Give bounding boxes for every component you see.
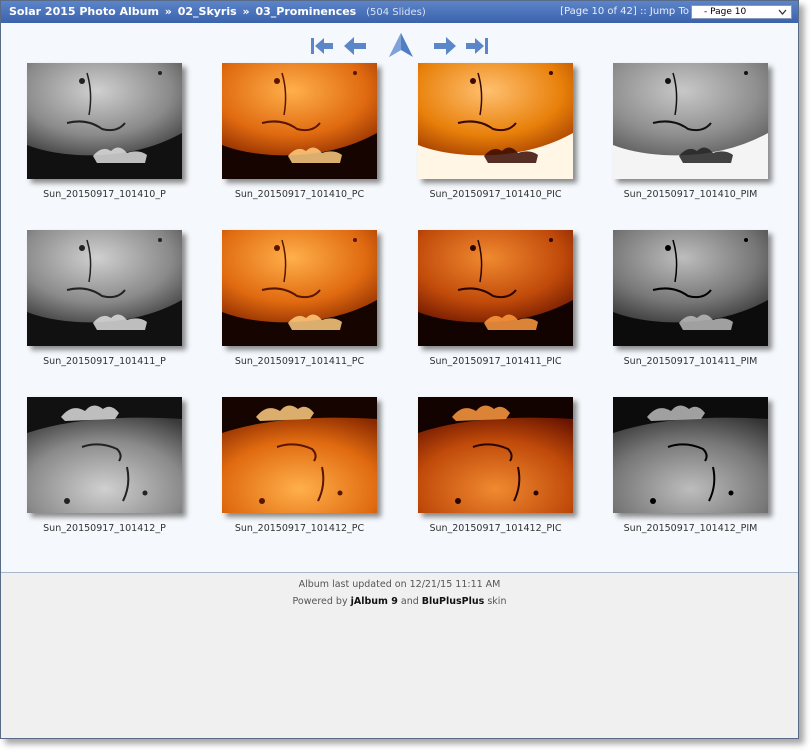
page-navigation xyxy=(1,31,798,61)
thumbnail-caption: Sun_20150917_101412_P xyxy=(43,523,166,534)
breadcrumb-separator: » xyxy=(164,5,172,18)
and-label: and xyxy=(400,596,419,607)
next-page-icon[interactable] xyxy=(432,34,458,58)
thumbnail-image[interactable] xyxy=(418,230,573,346)
thumbnail-image[interactable] xyxy=(222,397,377,513)
skin-label: skin xyxy=(487,596,507,607)
thumbnail-image[interactable] xyxy=(613,63,768,179)
thumbnail-caption: Sun_20150917_101412_PIM xyxy=(623,523,758,534)
thumbnail-image[interactable] xyxy=(613,230,768,346)
breadcrumb-album-link[interactable]: Solar 2015 Photo Album xyxy=(9,5,159,18)
skin-link[interactable]: BluPlusPlus xyxy=(422,596,485,607)
previous-page-icon[interactable] xyxy=(342,34,368,58)
page-info: [Page 10 of 42] :: Jump To xyxy=(560,6,689,17)
thumbnail-image[interactable] xyxy=(27,63,182,179)
thumbnail-caption: Sun_20150917_101411_PIM xyxy=(623,356,758,367)
thumbnail-caption: Sun_20150917_101410_PIC xyxy=(429,189,562,200)
jump-to-select[interactable]: - Page 10 xyxy=(691,5,792,19)
thumbnail-image[interactable] xyxy=(27,230,182,346)
breadcrumb-separator: » xyxy=(242,5,250,18)
thumbnail-caption: Sun_20150917_101411_P xyxy=(43,356,166,367)
breadcrumb-current: 03_Prominences xyxy=(255,5,357,18)
thumbnail-caption: Sun_20150917_101410_PIM xyxy=(623,189,758,200)
last-page-icon[interactable] xyxy=(464,34,490,58)
thumbnail-caption: Sun_20150917_101410_P xyxy=(43,189,166,200)
thumbnail-image[interactable] xyxy=(418,397,573,513)
footer: Album last updated on 12/21/15 11:11 AM … xyxy=(1,576,798,610)
header-bar: Solar 2015 Photo Album » 02_Skyris » 03_… xyxy=(1,1,798,23)
breadcrumb-skyris-link[interactable]: 02_Skyris xyxy=(178,5,237,18)
thumbnail-caption: Sun_20150917_101411_PC xyxy=(234,356,365,367)
album-window: Solar 2015 Photo Album » 02_Skyris » 03_… xyxy=(0,0,799,739)
thumbnail-caption: Sun_20150917_101411_PIC xyxy=(429,356,562,367)
thumbnail-image[interactable] xyxy=(222,230,377,346)
thumbnail-image[interactable] xyxy=(418,63,573,179)
slide-count: (504 Slides) xyxy=(366,7,426,18)
first-page-icon[interactable] xyxy=(309,34,335,58)
thumbnail-caption: Sun_20150917_101410_PC xyxy=(234,189,365,200)
powered-by-label: Powered by xyxy=(292,596,348,607)
thumbnail-image[interactable] xyxy=(613,397,768,513)
jalbum-link[interactable]: jAlbum 9 xyxy=(351,596,398,607)
powered-by-line: Powered by jAlbum 9 and BluPlusPlus skin xyxy=(1,593,798,610)
breadcrumb: Solar 2015 Photo Album » 02_Skyris » 03_… xyxy=(9,1,426,24)
thumbnail-caption: Sun_20150917_101412_PC xyxy=(234,523,365,534)
up-arrow-icon[interactable] xyxy=(387,31,415,59)
thumbnail-image[interactable] xyxy=(222,63,377,179)
jump-to-value: - Page 10 xyxy=(704,7,747,17)
last-updated-text: Album last updated on 12/21/15 11:11 AM xyxy=(298,579,501,590)
chevron-down-icon xyxy=(778,6,787,22)
thumbnail-image[interactable] xyxy=(27,397,182,513)
thumbnail-caption: Sun_20150917_101412_PIC xyxy=(429,523,562,534)
thumbnail-page: Sun_20150917_101410_P Sun_20150917_10141… xyxy=(1,23,798,573)
